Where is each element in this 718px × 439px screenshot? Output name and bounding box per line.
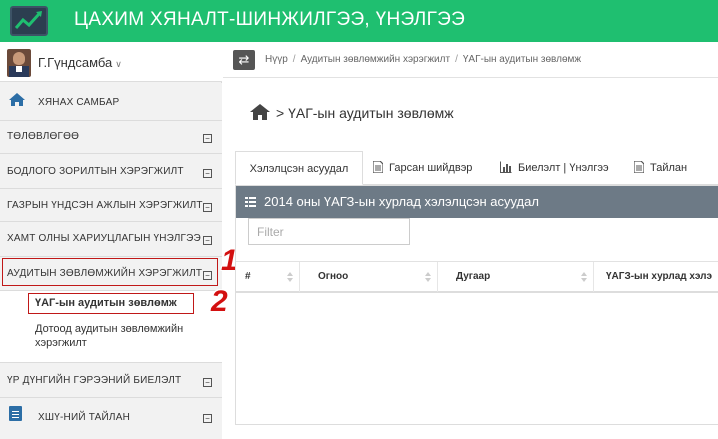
tab-label: Гарсан шийдвэр	[389, 162, 473, 174]
column-header-number[interactable]: Дугаар	[438, 262, 594, 292]
sidebar: Г.Гүндсамба ∨ ХЯНАХ САМБАР ТӨЛӨВЛӨГӨӨ − Б…	[0, 42, 222, 439]
column-label: Огноо	[318, 271, 349, 282]
avatar	[7, 49, 31, 77]
column-header-meeting-issue[interactable]: ҮАГЗ-ын хурлад хэлэ	[594, 262, 718, 292]
breadcrumb-home[interactable]: Нүүр	[265, 54, 288, 65]
tab-report[interactable]: Тайлан	[633, 151, 718, 185]
home-icon[interactable]	[250, 104, 270, 123]
breadcrumb-bar: ⇄ Нүүр / Аудитын зөвлөмжийн хэрэгжилт / ҮАГ-…	[223, 42, 718, 78]
sidebar-item-team-evaluation[interactable]: ХАМТ ОЛНЫ ХАРИУЦЛАГЫН ҮНЭЛГЭЭ −	[0, 222, 222, 257]
report-icon	[9, 406, 22, 421]
chevron-down-icon: ∨	[115, 59, 122, 69]
collapse-icon[interactable]: −	[203, 414, 212, 423]
breadcrumb: Нүүр / Аудитын зөвлөмжийн хэрэгжилт / ҮАГ-ын…	[265, 54, 581, 65]
sidebar-item-label: ҮР ДҮНГИЙН ГЭРЭЭНИЙ БИЕЛЭЛТ	[7, 375, 182, 386]
table-header: # Огноо Дугаар ҮАГЗ-ын хурлад хэлэ	[236, 261, 718, 293]
column-header-index[interactable]: #	[236, 262, 300, 292]
sidebar-item-label: ХЯНАХ САМБАР	[38, 97, 120, 108]
sidebar-item-plan[interactable]: ТӨЛӨВЛӨГӨӨ −	[0, 121, 222, 154]
column-label: #	[245, 271, 251, 282]
app-title: ЦАХИМ ХЯНАЛТ-ШИНЖИЛГЭЭ, ҮНЭЛГЭЭ	[74, 9, 466, 30]
bar-chart-icon	[500, 153, 512, 173]
column-label: Дугаар	[456, 271, 491, 282]
tab-label: Тайлан	[650, 162, 688, 174]
sidebar-subitem-internal-audit[interactable]: Дотоод аудитын зөвлөмжийн хэрэгжилт	[0, 315, 222, 363]
panel-title: 2014 оны ҮАГЗ-ын хурлад хэлэлцсэн асууда…	[264, 194, 539, 209]
chart-logo-icon[interactable]	[10, 6, 48, 36]
breadcrumb-audit[interactable]: Аудитын зөвлөмжийн хэрэгжилт	[301, 54, 450, 65]
collapse-icon[interactable]: −	[203, 203, 212, 212]
tab-fulfillment[interactable]: Биелэлт | Үнэлгээ	[500, 151, 620, 185]
refresh-button[interactable]: ⇄	[233, 50, 255, 70]
sidebar-item-label: ТӨЛӨВЛӨГӨӨ	[7, 131, 80, 142]
highlight-box	[2, 258, 218, 286]
sidebar-item-label: ХШҮ-НИЙ ТАЙЛАН	[38, 412, 130, 423]
home-icon	[9, 93, 25, 111]
collapse-icon[interactable]: −	[203, 378, 212, 387]
sidebar-item-results-contract[interactable]: ҮР ДҮНГИЙН ГЭРЭЭНИЙ БИЕЛЭЛТ −	[0, 363, 222, 398]
table-icon	[245, 197, 256, 207]
collapse-icon[interactable]: −	[203, 134, 212, 143]
sidebar-item-dashboard[interactable]: ХЯНАХ САМБАР	[0, 83, 222, 121]
issues-panel: 2014 оны ҮАГЗ-ын хурлад хэлэлцсэн асууда…	[235, 185, 718, 425]
collapse-icon[interactable]: −	[203, 236, 212, 245]
document-icon	[372, 153, 384, 174]
sidebar-item-label: БОДЛОГО ЗОРИЛТЫН ХЭРЭГЖИЛТ	[7, 166, 184, 177]
column-header-date[interactable]: Огноо	[300, 262, 438, 292]
breadcrumb-current: ҮАГ-ын аудитын зөвлөмж	[462, 54, 582, 65]
tab-label: Хэлэлцсэн асуудал	[249, 163, 349, 175]
tab-bar: Хэлэлцсэн асуудал Гарсан шийдвэр Биелэлт…	[235, 151, 718, 185]
filter-input[interactable]	[248, 218, 410, 245]
breadcrumb-separator: /	[292, 54, 296, 65]
user-name: Г.Гүндсамба	[38, 55, 113, 70]
tab-label: Биелэлт | Үнэлгээ	[518, 162, 609, 174]
sort-icon	[581, 272, 587, 282]
tab-discussed-issues[interactable]: Хэлэлцсэн асуудал	[235, 151, 363, 185]
sidebar-item-label: ХАМТ ОЛНЫ ХАРИУЦЛАГЫН ҮНЭЛГЭЭ	[7, 233, 201, 244]
panel-header: 2014 оны ҮАГЗ-ын хурлад хэлэлцсэн асууда…	[236, 186, 718, 218]
breadcrumb-separator: /	[455, 54, 458, 65]
app-header: ЦАХИМ ХЯНАЛТ-ШИНЖИЛГЭЭ, ҮНЭЛГЭЭ	[0, 0, 718, 42]
document-icon	[633, 153, 645, 174]
sidebar-subitem-label: Дотоод аудитын зөвлөмжийн хэрэгжилт	[35, 323, 184, 349]
highlight-box	[28, 293, 194, 314]
refresh-icon: ⇄	[238, 52, 250, 67]
sort-icon	[425, 272, 431, 282]
sidebar-item-policy[interactable]: БОДЛОГО ЗОРИЛТЫН ХЭРЭГЖИЛТ −	[0, 154, 222, 189]
page-title-text: > ҮАГ-ын аудитын зөвлөмж	[276, 105, 454, 121]
sidebar-item-main-work[interactable]: ГАЗРЫН ҮНДСЭН АЖЛЫН ХЭРЭГЖИЛТ −	[0, 189, 222, 222]
collapse-icon[interactable]: −	[203, 169, 212, 178]
sidebar-item-report[interactable]: ХШҮ-НИЙ ТАЙЛАН −	[0, 398, 222, 439]
user-menu[interactable]: Г.Гүндсамба ∨	[0, 42, 222, 82]
column-label: ҮАГЗ-ын хурлад хэлэ	[606, 271, 712, 282]
tab-decisions[interactable]: Гарсан шийдвэр	[372, 151, 491, 185]
annotation-marker-2: 2	[211, 285, 228, 318]
page-title: > ҮАГ-ын аудитын зөвлөмж	[250, 104, 454, 123]
sort-icon	[287, 272, 293, 282]
sidebar-item-label: ГАЗРЫН ҮНДСЭН АЖЛЫН ХЭРЭГЖИЛТ	[7, 200, 203, 211]
